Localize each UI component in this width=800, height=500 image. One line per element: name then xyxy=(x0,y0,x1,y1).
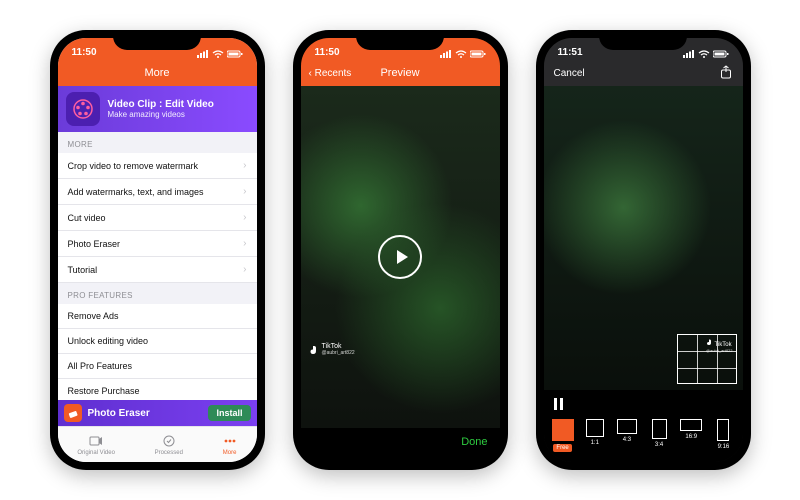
row-cut-video[interactable]: Cut video› xyxy=(58,205,257,231)
nav-bar: Cancel xyxy=(544,60,743,86)
aspect-ratio-selector: Free 1:1 4:3 3:4 16:9 9:16 xyxy=(550,419,737,452)
status-time: 11:51 xyxy=(558,47,583,58)
ratio-9-16[interactable]: 9:16 xyxy=(710,419,736,452)
row-unlock-editing[interactable]: Unlock editing video xyxy=(58,329,257,354)
nav-bar: More xyxy=(58,60,257,86)
install-banner[interactable]: Photo Eraser Install xyxy=(58,400,257,426)
tab-original-video[interactable]: Original Video xyxy=(77,434,115,456)
crop-rectangle[interactable]: TikTok @aubri_art822 xyxy=(677,334,737,384)
battery-icon xyxy=(470,50,486,58)
done-button[interactable]: Done xyxy=(461,436,487,448)
phone-preview-screen: 11:50 ‹ Recents Preview TikTok @aubri_ar… xyxy=(293,30,508,470)
processed-icon xyxy=(162,434,176,448)
install-banner-label: Photo Eraser xyxy=(88,408,203,419)
battery-icon xyxy=(227,50,243,58)
status-indicators xyxy=(197,50,243,58)
row-crop-video[interactable]: Crop video to remove watermark› xyxy=(58,153,257,179)
chevron-right-icon: › xyxy=(243,212,246,223)
wifi-icon xyxy=(212,50,224,58)
pause-icon xyxy=(554,398,564,410)
tiktok-icon xyxy=(706,339,713,348)
pause-button[interactable] xyxy=(554,398,564,413)
status-time: 11:50 xyxy=(72,47,97,58)
settings-list: MORE Crop video to remove watermark› Add… xyxy=(58,132,257,400)
row-all-pro[interactable]: All Pro Features xyxy=(58,354,257,379)
chevron-right-icon: › xyxy=(243,238,246,249)
cancel-button[interactable]: Cancel xyxy=(554,68,585,79)
nav-bar: ‹ Recents Preview xyxy=(301,60,500,86)
tab-processed[interactable]: Processed xyxy=(155,434,183,456)
status-indicators xyxy=(440,50,486,58)
chevron-right-icon: › xyxy=(243,186,246,197)
row-remove-ads[interactable]: Remove Ads xyxy=(58,304,257,329)
phone-crop-screen: 11:51 Cancel TikTok @aubri_art822 xyxy=(536,30,751,470)
row-photo-eraser[interactable]: Photo Eraser› xyxy=(58,231,257,257)
share-button[interactable] xyxy=(719,65,733,82)
bottom-bar: Done xyxy=(301,428,500,462)
back-button[interactable]: ‹ Recents xyxy=(309,68,352,79)
status-bar: 11:50 xyxy=(58,38,257,60)
chevron-right-icon: › xyxy=(243,264,246,275)
share-icon xyxy=(719,65,733,79)
eraser-icon xyxy=(64,404,82,422)
promo-banner[interactable]: Video Clip : Edit Video Make amazing vid… xyxy=(58,86,257,132)
signal-icon xyxy=(197,50,209,58)
ratio-3-4[interactable]: 3:4 xyxy=(646,419,672,452)
ratio-1-1[interactable]: 1:1 xyxy=(582,419,608,452)
crop-controls: Free 1:1 4:3 3:4 16:9 9:16 xyxy=(544,390,743,462)
status-indicators xyxy=(683,50,729,58)
ratio-free[interactable]: Free xyxy=(550,419,576,452)
row-tutorial[interactable]: Tutorial› xyxy=(58,257,257,283)
signal-icon xyxy=(683,50,695,58)
video-icon xyxy=(89,434,103,448)
page-title: Preview xyxy=(380,67,419,79)
play-button[interactable] xyxy=(378,235,422,279)
more-icon xyxy=(223,434,237,448)
tab-more[interactable]: More xyxy=(223,434,237,456)
page-title: More xyxy=(144,67,169,79)
install-button[interactable]: Install xyxy=(208,405,250,421)
promo-subtitle: Make amazing videos xyxy=(108,110,214,119)
signal-icon xyxy=(440,50,452,58)
phone-more-screen: 11:50 More Video Clip : Edit Video Make … xyxy=(50,30,265,470)
chevron-right-icon: › xyxy=(243,160,246,171)
wifi-icon xyxy=(698,50,710,58)
video-preview[interactable]: TikTok @aubri_art822 xyxy=(301,86,500,428)
tiktok-watermark: TikTok @aubri_art822 xyxy=(706,339,733,353)
play-icon xyxy=(394,249,410,265)
row-restore-purchase[interactable]: Restore Purchase xyxy=(58,379,257,400)
status-time: 11:50 xyxy=(315,47,340,58)
crop-canvas[interactable]: TikTok @aubri_art822 xyxy=(544,86,743,390)
section-header-more: MORE xyxy=(58,132,257,153)
section-header-pro: PRO FEATURES xyxy=(58,283,257,304)
status-bar: 11:50 xyxy=(301,38,500,60)
battery-icon xyxy=(713,50,729,58)
ratio-16-9[interactable]: 16:9 xyxy=(678,419,704,452)
ratio-4-3[interactable]: 4:3 xyxy=(614,419,640,452)
film-reel-icon xyxy=(66,92,100,126)
status-bar: 11:51 xyxy=(544,38,743,60)
tiktok-watermark: TikTok @aubri_art822 xyxy=(309,343,355,356)
tiktok-icon xyxy=(309,345,319,355)
row-add-watermarks[interactable]: Add watermarks, text, and images› xyxy=(58,179,257,205)
wifi-icon xyxy=(455,50,467,58)
promo-title: Video Clip : Edit Video xyxy=(108,99,214,110)
tab-bar: Original Video Processed More xyxy=(58,426,257,462)
